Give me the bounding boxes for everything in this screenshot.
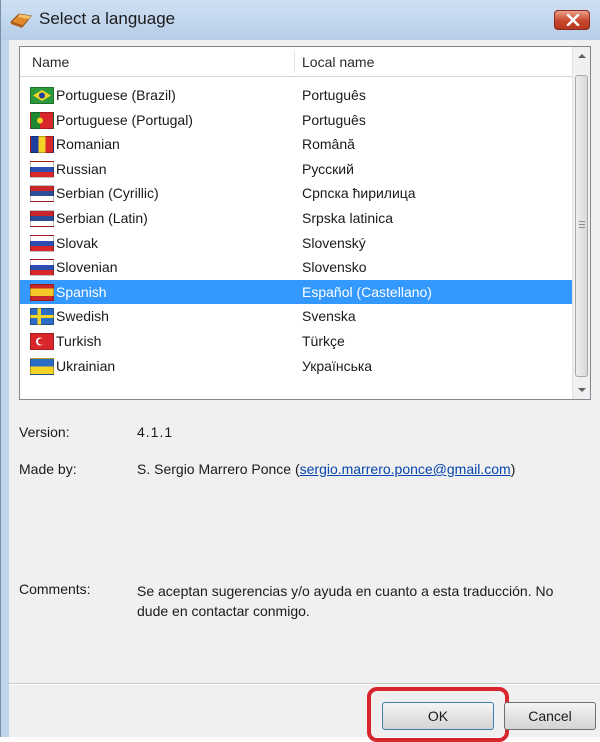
- grip-line: [579, 221, 585, 222]
- list-item[interactable]: Portuguese (Brazil) Português: [20, 83, 572, 108]
- list-item[interactable]: Romanian Română: [20, 132, 572, 157]
- list-item[interactable]: Serbian (Latin) Srpska latinica: [20, 206, 572, 231]
- language-local-name: Русский: [302, 160, 354, 177]
- list-item[interactable]: Slovak Slovenský: [20, 231, 572, 256]
- version-label: Version:: [19, 424, 70, 440]
- slovakia-flag-icon: [30, 234, 54, 252]
- romania-flag-icon: [30, 136, 54, 154]
- cancel-button[interactable]: Cancel: [504, 702, 596, 730]
- serbia-flag-icon: [30, 209, 54, 227]
- language-local-name: Română: [302, 136, 355, 153]
- language-name: Russian: [56, 160, 107, 177]
- language-local-name: Português: [302, 87, 366, 103]
- dialog-content: Name Local name Portuguese (Brazil) Portu…: [9, 40, 600, 742]
- list-item[interactable]: Swedish Svenska: [20, 304, 572, 329]
- language-name: Ukrainian: [56, 357, 116, 374]
- language-local-name: Español (Castellano): [302, 283, 432, 300]
- list-item[interactable]: Spanish Español (Castellano): [20, 279, 572, 305]
- list-item[interactable]: Turkish Türkçe: [20, 329, 572, 354]
- russia-flag-icon: [30, 160, 54, 178]
- column-header-local-name[interactable]: Local name: [302, 54, 374, 70]
- language-local-name: Português: [302, 111, 366, 128]
- language-name: Slovenian: [56, 259, 118, 276]
- list-item[interactable]: Slovenian Slovensko: [20, 255, 572, 280]
- language-local-name: Српска ћирилица: [302, 185, 416, 202]
- language-local-name: Slovenský: [302, 234, 366, 251]
- language-name: Turkish: [56, 332, 102, 349]
- window-title: Select a language: [39, 9, 176, 28]
- list-item[interactable]: Ukrainian Українська: [20, 354, 572, 379]
- version-value: 4.1.1: [137, 424, 174, 440]
- author-email-link[interactable]: sergio.marrero.ponce@gmail.com: [300, 461, 511, 477]
- spain-flag-icon: [30, 283, 54, 301]
- brazil-flag-icon: [30, 87, 54, 104]
- language-local-name: Srpska latinica: [302, 209, 394, 226]
- title-bar: Select a language: [1, 0, 600, 40]
- language-name: Serbian (Cyrillic): [56, 185, 159, 202]
- dialog-window: Select a language Name Local name Portug…: [0, 0, 600, 742]
- list-header: Name Local name: [20, 47, 572, 77]
- author-name: S. Sergio Marrero Ponce (: [137, 461, 300, 477]
- arrow-down-icon: [578, 388, 586, 392]
- language-list[interactable]: Name Local name Portuguese (Brazil) Portu…: [19, 46, 591, 400]
- list-item[interactable]: Portuguese (Portugal) Português: [20, 108, 572, 133]
- made-by-value: S. Sergio Marrero Ponce (sergio.marrero.…: [137, 461, 515, 477]
- portugal-flag-icon: [30, 111, 54, 129]
- language-name: Slovak: [56, 234, 99, 251]
- list-item[interactable]: Russian Русский: [20, 157, 572, 182]
- language-local-name: Türkçe: [302, 332, 345, 349]
- grip-line: [579, 224, 585, 225]
- scroll-up-button[interactable]: [573, 47, 590, 65]
- language-local-name: Українська: [302, 357, 373, 374]
- close-button[interactable]: [554, 10, 590, 30]
- grip-line: [579, 227, 585, 228]
- app-icon: [9, 10, 33, 30]
- list-item[interactable]: Serbian (Cyrillic) Српска ћирилица: [20, 181, 572, 206]
- vertical-scrollbar[interactable]: [572, 47, 590, 399]
- scrollbar-thumb[interactable]: [575, 75, 588, 377]
- comments-label: Comments:: [19, 581, 91, 597]
- language-local-name: Slovensko: [302, 259, 367, 276]
- ukraine-flag-icon: [30, 357, 54, 375]
- arrow-up-icon: [578, 54, 586, 58]
- column-divider[interactable]: [294, 51, 295, 73]
- scroll-down-button[interactable]: [573, 381, 590, 399]
- language-name: Swedish: [56, 308, 109, 325]
- language-local-name: Svenska: [302, 308, 356, 325]
- made-by-label: Made by:: [19, 461, 77, 477]
- button-separator: [9, 683, 600, 685]
- column-header-name[interactable]: Name: [32, 54, 69, 70]
- serbia-flag-icon: [30, 185, 54, 203]
- language-name: Romanian: [56, 136, 120, 153]
- comments-value: Se aceptan sugerencias y/o ayuda en cuan…: [137, 583, 554, 619]
- language-name: Serbian (Latin): [56, 209, 148, 226]
- slovenia-flag-icon: [30, 259, 54, 277]
- closing-paren: ): [510, 461, 516, 477]
- close-icon: [566, 14, 580, 26]
- language-name: Portuguese (Portugal): [56, 111, 193, 128]
- language-name: Portuguese (Brazil): [56, 87, 176, 103]
- sweden-flag-icon: [30, 308, 54, 326]
- language-rows: Portuguese (Brazil) Português Portuguese (…: [20, 83, 572, 378]
- language-name: Spanish: [56, 283, 107, 300]
- turkey-flag-icon: [30, 332, 54, 350]
- ok-button[interactable]: OK: [382, 702, 494, 730]
